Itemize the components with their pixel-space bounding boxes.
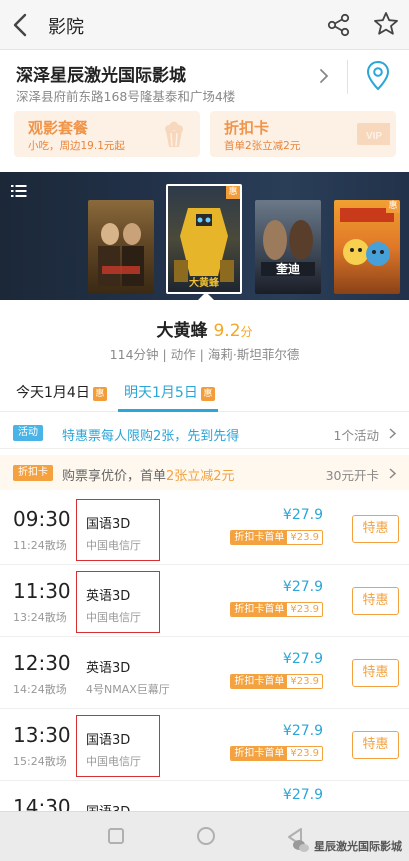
highlight-box: [76, 571, 160, 633]
location-pin-icon[interactable]: [365, 60, 391, 92]
buy-special-button[interactable]: 特惠: [352, 731, 399, 759]
end-time: 13:24散场: [13, 611, 67, 624]
end-time: 14:24散场: [13, 683, 67, 696]
ticket-price: ¥27.9: [282, 579, 323, 595]
back-arrow-icon[interactable]: [8, 11, 34, 39]
discount-badge: 惠: [386, 200, 400, 213]
recent-apps-icon[interactable]: [108, 828, 124, 844]
svg-text:奎迪: 奎迪: [275, 261, 300, 276]
discount-card[interactable]: 折扣卡 首单2张立减2元 VIP: [210, 111, 396, 157]
card-price-tag: 折扣卡首单 ¥23.9: [230, 530, 323, 545]
chevron-right-icon: [389, 428, 397, 439]
buy-special-button[interactable]: 特惠: [352, 515, 399, 543]
ticket-price: ¥27.9: [282, 787, 323, 803]
favorite-star-icon[interactable]: [372, 10, 400, 38]
cinema-name: 深泽星辰激光国际影城: [16, 66, 186, 86]
movie-poster-carousel[interactable]: 大黄蜂 惠 奎迪 惠: [0, 172, 409, 300]
watermark-text: 星辰激光国际影城: [314, 840, 402, 853]
card-title: 观影套餐: [28, 119, 89, 137]
highlight-box: [76, 499, 160, 561]
card-price-tag: 折扣卡首单 ¥23.9: [230, 674, 323, 689]
start-time: 11:30: [13, 579, 71, 603]
activity-text: 特惠票每人限购2张，先到先得: [62, 429, 240, 444]
discount-badge: 惠: [92, 387, 107, 401]
movie-score: 9.2分: [213, 321, 253, 341]
end-time: 11:24散场: [13, 539, 67, 552]
tab-today[interactable]: 今天1月4日惠: [16, 382, 107, 402]
svg-text:大黄蜂: 大黄蜂: [189, 276, 220, 289]
card-subtitle: 小吃，周边19.1元起: [28, 140, 125, 152]
poster-art: [340, 208, 394, 266]
poster-art: 奎迪: [261, 220, 315, 276]
ticket-price: ¥27.9: [282, 651, 323, 667]
tab-tomorrow[interactable]: 明天1月5日惠: [124, 382, 215, 402]
highlight-box: [76, 715, 160, 777]
buy-special-button[interactable]: 特惠: [352, 587, 399, 615]
activity-tag: 活动: [13, 425, 43, 441]
movie-poster[interactable]: [88, 200, 154, 294]
divider: [347, 60, 348, 94]
popcorn-icon: [165, 121, 183, 147]
chevron-right-icon: [389, 468, 397, 479]
movie-meta: 114分钟 | 动作 | 海莉·斯坦菲尔德: [109, 347, 300, 362]
movie-title: 大黄蜂: [156, 321, 208, 341]
activity-promo-row[interactable]: 活动 特惠票每人限购2张，先到先得 1个活动: [0, 417, 409, 449]
movie-poster-selected[interactable]: 大黄蜂 惠: [166, 184, 242, 294]
list-icon[interactable]: [11, 184, 27, 198]
start-time: 13:30: [13, 723, 71, 747]
language-format: 英语3D: [86, 661, 131, 676]
open-card-price: 30元开卡: [325, 468, 379, 483]
card-title: 折扣卡: [224, 119, 270, 137]
system-navigation-bar: 星辰激光国际影城: [0, 811, 409, 861]
discount-badge: 惠: [200, 387, 215, 401]
buy-special-button[interactable]: 特惠: [352, 659, 399, 687]
wechat-icon: [293, 840, 309, 852]
movie-poster[interactable]: 惠: [334, 200, 400, 294]
chevron-right-icon[interactable]: [318, 67, 330, 85]
date-tabs: 今天1月4日惠 明天1月5日惠: [0, 372, 409, 412]
active-tab-indicator: [118, 409, 218, 412]
discount-card-promo-row[interactable]: 折扣卡 购票享优价，首单2张立减2元 30元开卡: [0, 455, 409, 490]
showtime-row[interactable]: 09:30 11:24散场 国语3D 中国电信厅 ¥27.9 折扣卡首单 ¥23.…: [0, 493, 409, 565]
wechat-watermark: 星辰激光国际影城: [292, 836, 402, 856]
hall-name: 4号NMAX巨幕厅: [86, 683, 170, 696]
combo-snack-card[interactable]: 观影套餐 小吃，周边19.1元起: [14, 111, 200, 157]
card-price-tag: 折扣卡首单 ¥23.9: [230, 746, 323, 761]
home-icon[interactable]: [197, 827, 215, 845]
cinema-info[interactable]: 深泽星辰激光国际影城 深泽县府前东路168号隆基泰和广场4楼: [0, 50, 409, 110]
discount-badge: 惠: [226, 186, 240, 199]
activity-count: 1个活动: [333, 428, 379, 443]
poster-art: [98, 223, 144, 286]
poster-art: 大黄蜂: [174, 208, 234, 289]
end-time: 15:24散场: [13, 755, 67, 768]
ticket-price: ¥27.9: [282, 507, 323, 523]
ticket-price: ¥27.9: [282, 723, 323, 739]
start-time: 14:30: [13, 795, 71, 811]
vip-card-icon: VIP: [357, 123, 390, 145]
cinema-address: 深泽县府前东路168号隆基泰和广场4楼: [16, 89, 236, 104]
showtime-row[interactable]: 13:30 15:24散场 国语3D 中国电信厅 ¥27.9 折扣卡首单 ¥23.…: [0, 709, 409, 781]
share-icon[interactable]: [326, 12, 352, 38]
showtime-row[interactable]: 14:30 国语3D ¥27.9: [0, 781, 409, 811]
selection-pointer: [197, 292, 215, 301]
discount-card-tag: 折扣卡: [13, 465, 53, 481]
showtime-list: 09:30 11:24散场 国语3D 中国电信厅 ¥27.9 折扣卡首单 ¥23.…: [0, 493, 409, 811]
app-header: 影院: [0, 0, 409, 50]
card-subtitle: 首单2张立减2元: [224, 140, 301, 152]
showtime-row[interactable]: 11:30 13:24散场 英语3D 中国电信厅 ¥27.9 折扣卡首单 ¥23.…: [0, 565, 409, 637]
movie-title-row: 大黄蜂 9.2分: [0, 316, 409, 341]
vip-text: VIP: [366, 131, 382, 142]
card-price-tag: 折扣卡首单 ¥23.9: [230, 602, 323, 617]
language-format: 国语3D: [86, 801, 130, 811]
movie-poster[interactable]: 奎迪: [255, 200, 321, 294]
page-title: 影院: [48, 17, 84, 38]
showtime-row[interactable]: 12:30 14:24散场 英语3D 4号NMAX巨幕厅 ¥27.9 折扣卡首单…: [0, 637, 409, 709]
discount-card-text: 购票享优价，首单2张立减2元: [62, 469, 235, 484]
start-time: 09:30: [13, 507, 71, 531]
start-time: 12:30: [13, 651, 71, 675]
